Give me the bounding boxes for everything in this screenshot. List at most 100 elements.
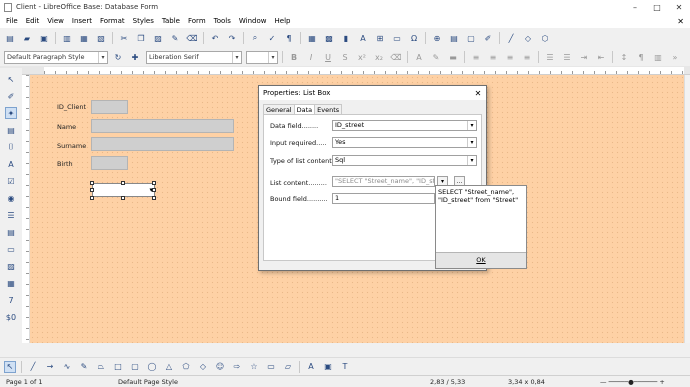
subscript-icon[interactable]: x₂ [373, 51, 385, 63]
id-client-field[interactable] [91, 100, 128, 114]
menu-styles[interactable]: Styles [133, 17, 154, 25]
char-background-icon[interactable]: ▬ [447, 51, 459, 63]
copy-icon[interactable]: ❐ [135, 32, 147, 44]
select-icon[interactable]: ↖ [4, 360, 16, 373]
image-button-icon[interactable]: ▨ [5, 260, 17, 272]
print-preview-icon[interactable]: ▧ [95, 32, 107, 44]
new-style-icon[interactable]: ✚ [129, 51, 141, 63]
menu-file[interactable]: File [6, 17, 18, 25]
pentagon-icon[interactable]: ⬠ [180, 361, 192, 373]
list-box-icon[interactable]: ☰ [5, 209, 17, 221]
track-changes-icon[interactable]: ✐ [482, 32, 494, 44]
highlight-icon[interactable]: ✎ [430, 51, 442, 63]
tab-data[interactable]: Data [293, 104, 316, 114]
paste-icon[interactable]: ▨ [152, 32, 164, 44]
superscript-icon[interactable]: x² [356, 51, 368, 63]
bold-icon[interactable]: B [288, 51, 300, 63]
text-box-icon[interactable]: A [5, 158, 17, 170]
export-pdf-icon[interactable]: ▥ [61, 32, 73, 44]
list-content-popup-text[interactable]: SELECT "Street_name", "ID_street" from "… [438, 188, 526, 204]
menu-format[interactable]: Format [100, 17, 125, 25]
check-box-icon[interactable]: ☑ [5, 175, 17, 187]
list-box-control[interactable]: ▾ [92, 183, 155, 197]
resize-handle[interactable] [152, 196, 156, 200]
rounded-rectangle-icon[interactable]: ▢ [129, 361, 141, 373]
insert-table-icon[interactable]: ▦ [306, 32, 318, 44]
data-field-combo[interactable]: ID_street ▾ [332, 120, 477, 131]
clone-formatting-icon[interactable]: ✎ [169, 32, 181, 44]
resize-handle[interactable] [121, 181, 125, 185]
callouts-icon[interactable]: ▭ [265, 361, 277, 373]
bound-field-input[interactable]: 1 [332, 193, 435, 204]
surname-field[interactable] [91, 137, 234, 151]
resize-handle[interactable] [90, 196, 94, 200]
update-style-icon[interactable]: ↻ [112, 51, 124, 63]
increase-indent-icon[interactable]: ⇥ [578, 51, 590, 63]
comment-icon[interactable]: ▢ [465, 32, 477, 44]
insert-image-icon[interactable]: ▩ [323, 32, 335, 44]
menu-table[interactable]: Table [162, 17, 180, 25]
select-pointer-icon[interactable]: ↖ [5, 73, 17, 85]
menu-window[interactable]: Window [239, 17, 267, 25]
rectangle-icon[interactable]: □ [112, 361, 124, 373]
stars-icon[interactable]: ☆ [248, 361, 260, 373]
label-field-icon[interactable]: ⌷ [5, 141, 17, 153]
open-folder-icon[interactable]: ▰ [21, 32, 33, 44]
underline-icon[interactable]: U [322, 51, 334, 63]
bullet-list-icon[interactable]: ☰ [544, 51, 556, 63]
resize-handle[interactable] [90, 188, 94, 192]
find-replace-icon[interactable]: ⌕ [249, 32, 261, 44]
menu-edit[interactable]: Edit [26, 17, 40, 25]
align-center-icon[interactable]: ≡ [487, 51, 499, 63]
polygon-icon[interactable]: ⏢ [95, 361, 107, 373]
resize-handle[interactable] [152, 188, 156, 192]
hyperlink-icon[interactable]: ⊕ [431, 32, 443, 44]
undo-icon[interactable]: ↶ [209, 32, 221, 44]
line-icon[interactable]: ╱ [27, 361, 39, 373]
toggle-extrusion-icon[interactable]: ▣ [322, 361, 334, 373]
birth-field[interactable] [91, 156, 128, 170]
resize-handle[interactable] [90, 181, 94, 185]
special-character-icon[interactable]: Ω [408, 32, 420, 44]
minimize-button[interactable]: – [624, 0, 646, 14]
basic-shapes-icon[interactable]: ◇ [522, 32, 534, 44]
flowchart-icon[interactable]: ▱ [282, 361, 294, 373]
decrease-indent-icon[interactable]: ⇤ [595, 51, 607, 63]
line-icon[interactable]: ╱ [505, 32, 517, 44]
insert-page-break-icon[interactable]: ⊞ [374, 32, 386, 44]
basic-shapes-icon[interactable]: ◇ [197, 361, 209, 373]
resize-handle[interactable] [121, 196, 125, 200]
font-color-icon[interactable]: A [413, 51, 425, 63]
fontwork-icon[interactable]: A [305, 361, 317, 373]
text-box-icon[interactable]: T [339, 361, 351, 373]
italic-icon[interactable]: I [305, 51, 317, 63]
design-mode-icon[interactable]: ✐ [5, 90, 17, 102]
horizontal-ruler[interactable] [0, 66, 690, 75]
combo-box-icon[interactable]: ▤ [5, 226, 17, 238]
tab-general[interactable]: General [263, 104, 295, 114]
symbol-shapes-icon[interactable]: ☺ [214, 361, 226, 373]
block-arrows-icon[interactable]: ⇨ [231, 361, 243, 373]
show-draw-functions-icon[interactable]: ⬡ [539, 32, 551, 44]
sidebar-icon[interactable]: ▥ [652, 51, 664, 63]
numbered-list-icon[interactable]: ☰ [561, 51, 573, 63]
maximize-button[interactable]: □ [646, 0, 668, 14]
vertical-ruler[interactable] [22, 75, 30, 343]
ellipse-icon[interactable]: ◯ [146, 361, 158, 373]
currency-field-icon[interactable]: $0 [5, 311, 17, 323]
list-content-field[interactable]: "SELECT "Street_name", "ID_street" fro [332, 176, 435, 187]
new-document-icon[interactable]: ▤ [4, 32, 16, 44]
formatting-marks-icon[interactable]: ¶ [283, 32, 295, 44]
name-field[interactable] [91, 119, 234, 133]
paragraph-style-combo[interactable]: Default Paragraph Style ▾ [4, 50, 108, 64]
option-button-icon[interactable]: ◉ [5, 192, 17, 204]
list-type-combo[interactable]: Sql ▾ [332, 155, 477, 166]
form-design-icon[interactable]: ▤ [5, 124, 17, 136]
arrow-icon[interactable]: → [44, 361, 56, 373]
align-left-icon[interactable]: ≡ [470, 51, 482, 63]
justify-icon[interactable]: ≡ [521, 51, 533, 63]
menu-view[interactable]: View [47, 17, 64, 25]
menu-form[interactable]: Form [188, 17, 206, 25]
dialog-close-icon[interactable]: ✕ [470, 89, 486, 98]
tab-events[interactable]: Events [314, 104, 343, 114]
